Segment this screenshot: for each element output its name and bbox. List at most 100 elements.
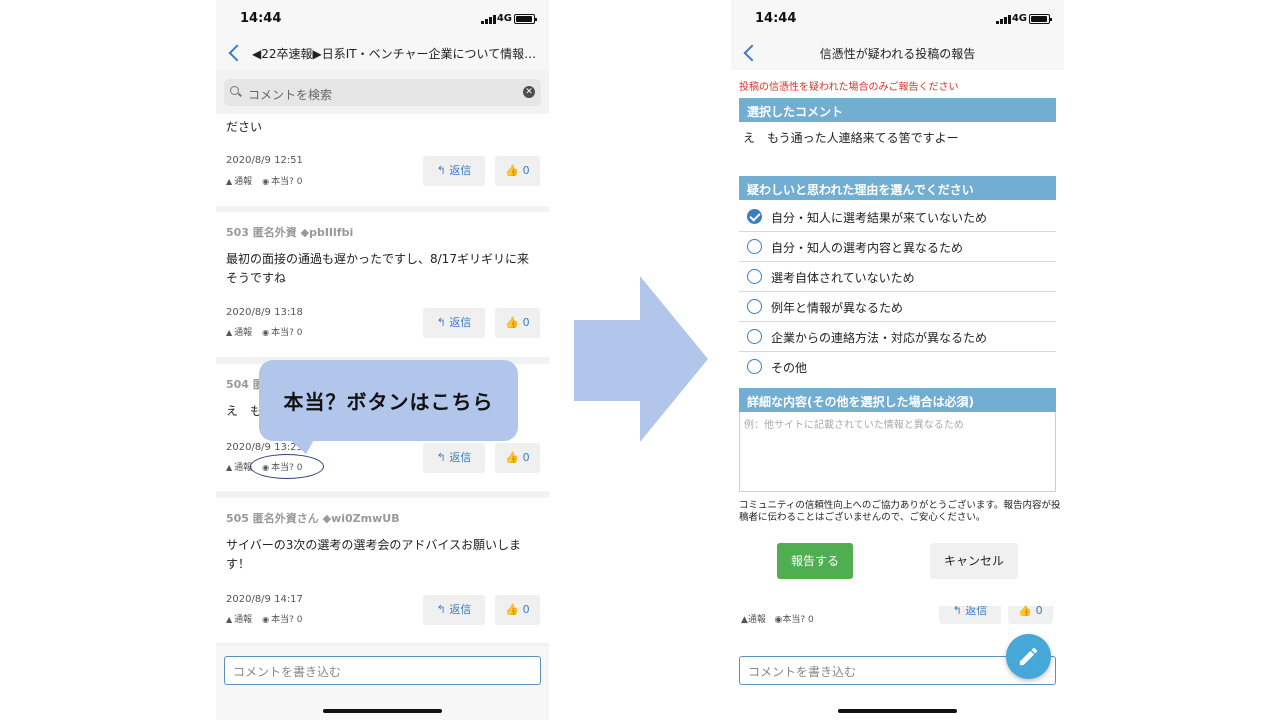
reply-button[interactable]: ↰ 返信: [423, 595, 485, 625]
like-button[interactable]: 👍 0: [1008, 606, 1053, 624]
home-indicator: [838, 709, 957, 713]
comment-date: 2020/8/9 12:51: [226, 155, 303, 166]
back-chevron-icon[interactable]: [741, 43, 759, 63]
network-label: 4G: [496, 13, 512, 24]
search-placeholder: コメントを検索: [248, 88, 333, 102]
battery-icon: [514, 14, 537, 24]
reason-option[interactable]: その他: [739, 352, 1056, 382]
honto-button[interactable]: 本当? 0: [271, 615, 302, 625]
reply-button[interactable]: ↰ 返信: [939, 606, 1001, 624]
like-count: 0: [522, 164, 530, 177]
home-indicator: [323, 709, 442, 713]
status-bar: 14:44 4G: [216, 0, 549, 38]
comment-meta: ▲ 通報 ◉ 本当? 0: [226, 325, 303, 338]
honto-button[interactable]: 本当? 0: [271, 177, 302, 187]
comment-author: 503 匿名外資 ◆pbIIlfbi: [226, 226, 354, 239]
reply-arrow-icon: ↰: [436, 603, 450, 616]
honto-highlight-ellipse: [250, 454, 324, 479]
report-link[interactable]: 通報: [234, 615, 252, 625]
clear-icon[interactable]: ✕: [523, 86, 535, 98]
like-count: 0: [522, 451, 530, 464]
report-title: 信憑性が疑われる投稿の報告: [819, 47, 976, 61]
like-button[interactable]: 👍 0: [495, 308, 540, 338]
reply-arrow-icon: ↰: [436, 451, 450, 464]
compose-input[interactable]: コメントを書き込む: [224, 656, 541, 685]
reply-label: 返信: [449, 164, 472, 177]
like-button[interactable]: 👍 0: [495, 443, 540, 473]
comment-date: 2020/8/9 14:17: [226, 594, 303, 605]
comment-date: 2020/8/9 13:18: [226, 307, 303, 318]
comment-card: 505 匿名外資さん ◆wi0ZmwUB サイバーの3次の選考の選考会のアドバイ…: [216, 498, 549, 643]
comment-card: 503 匿名外資 ◆pbIIlfbi 最初の面接の通過も遅かったですし、8/17…: [216, 212, 549, 357]
compose-fab-button[interactable]: [1006, 634, 1051, 679]
thumbs-up-icon: 👍: [505, 316, 523, 329]
nav-bar: ◀22卒速報▶日系IT・ベンチャー企業について情報…: [216, 38, 549, 70]
radio-icon[interactable]: [747, 329, 762, 344]
reply-label: 返信: [449, 451, 472, 464]
battery-icon: [1029, 14, 1052, 24]
honto-button[interactable]: 本当? 0: [271, 328, 302, 338]
eye-icon: ◉: [262, 615, 270, 624]
callout-tail: [290, 440, 314, 454]
stage: 14:44 4G ◀22卒速報▶日系IT・ベンチャー企業について情報… コメント…: [0, 0, 1280, 720]
reply-label: 返信: [449, 316, 472, 329]
warning-text: 投稿の信憑性を疑われた場合のみご報告ください: [739, 82, 959, 93]
submit-report-button[interactable]: 報告する: [777, 543, 853, 579]
comment-search-input[interactable]: コメントを検索 ✕: [224, 79, 541, 106]
radio-icon[interactable]: [747, 299, 762, 314]
reason-option[interactable]: 例年と情報が異なるため: [739, 292, 1056, 322]
reply-arrow-icon: ↰: [436, 164, 450, 177]
honto-button[interactable]: 本当? 0: [782, 615, 813, 625]
reason-label: 選考自体されていないため: [771, 271, 915, 285]
reply-button[interactable]: ↰ 返信: [423, 443, 485, 473]
radio-icon[interactable]: [747, 269, 762, 284]
like-button[interactable]: 👍 0: [495, 156, 540, 186]
detail-textarea[interactable]: 例：他サイトに記載されていた情報と異なるため: [739, 412, 1056, 492]
reason-label: 自分・知人の選考内容と異なるため: [771, 241, 964, 255]
reply-label: 返信: [965, 606, 988, 617]
transition-arrow-icon: [574, 276, 708, 442]
reply-button[interactable]: ↰ 返信: [423, 308, 485, 338]
radio-checked-icon[interactable]: [747, 209, 762, 224]
comment-author: 505 匿名外資さん ◆wi0ZmwUB: [226, 512, 400, 525]
reason-option[interactable]: 選考自体されていないため: [739, 262, 1056, 292]
report-link[interactable]: 通報: [748, 615, 766, 625]
reason-label: 例年と情報が異なるため: [771, 301, 904, 315]
warning-triangle-icon: ▲: [226, 463, 233, 472]
callout-text: 本当？ボタンはこちら: [283, 390, 494, 414]
status-time: 14:44: [240, 11, 282, 26]
reason-label: 自分・知人に選考結果が来ていないため: [771, 211, 988, 225]
reply-arrow-icon: ↰: [436, 316, 450, 329]
thumbs-up-icon: 👍: [505, 164, 523, 177]
compose-bar: コメントを書き込む: [216, 646, 549, 720]
reason-option[interactable]: 自分・知人の選考内容と異なるため: [739, 232, 1056, 262]
report-link[interactable]: 通報: [234, 328, 252, 338]
status-time: 14:44: [755, 11, 797, 26]
selected-comment-header: 選択したコメント: [739, 98, 1056, 122]
report-link[interactable]: 通報: [234, 177, 252, 187]
radio-icon[interactable]: [747, 359, 762, 374]
comment-body: 最初の面接の通過も遅かったですし、8/17ギリギリに来そうですね: [226, 252, 529, 285]
comment-meta: ▲ 通報 ◉ 本当? 0: [226, 174, 303, 187]
reason-option[interactable]: 自分・知人に選考結果が来ていないため: [739, 202, 1056, 232]
reply-label: 返信: [449, 603, 472, 616]
thread-title: ◀22卒速報▶日系IT・ベンチャー企業について情報…: [252, 47, 537, 61]
like-count: 0: [522, 603, 530, 616]
reply-arrow-icon: ↰: [952, 606, 966, 617]
warning-triangle-icon: ▲: [226, 177, 233, 186]
reason-option[interactable]: 企業からの連絡方法・対応が異なるため: [739, 322, 1056, 352]
cancel-button[interactable]: キャンセル: [930, 543, 1018, 579]
radio-icon[interactable]: [747, 239, 762, 254]
eye-icon: ◉: [262, 177, 270, 186]
warning-triangle-icon: ▲: [226, 328, 233, 337]
comment-meta: ▲ 通報 ◉ 本当? 0: [226, 612, 303, 625]
reply-button[interactable]: ↰ 返信: [423, 156, 485, 186]
back-chevron-icon[interactable]: [226, 43, 244, 63]
selected-comment-text: え もう通った人連絡来てる筈ですよー: [743, 131, 959, 145]
comment-meta: ▲通報 ◉本当? 0: [741, 612, 814, 625]
like-button[interactable]: 👍 0: [495, 595, 540, 625]
comment-body: サイバーの3次の選考の選考会のアドバイスお願いします！: [226, 538, 522, 571]
detail-header: 詳細な内容(その他を選択した場合は必須): [739, 388, 1056, 412]
reason-label: その他: [771, 361, 808, 375]
privacy-notice: コミュニティの信頼性向上へのご協力ありがとうございます。報告内容が投稿者に伝わる…: [739, 500, 1061, 523]
